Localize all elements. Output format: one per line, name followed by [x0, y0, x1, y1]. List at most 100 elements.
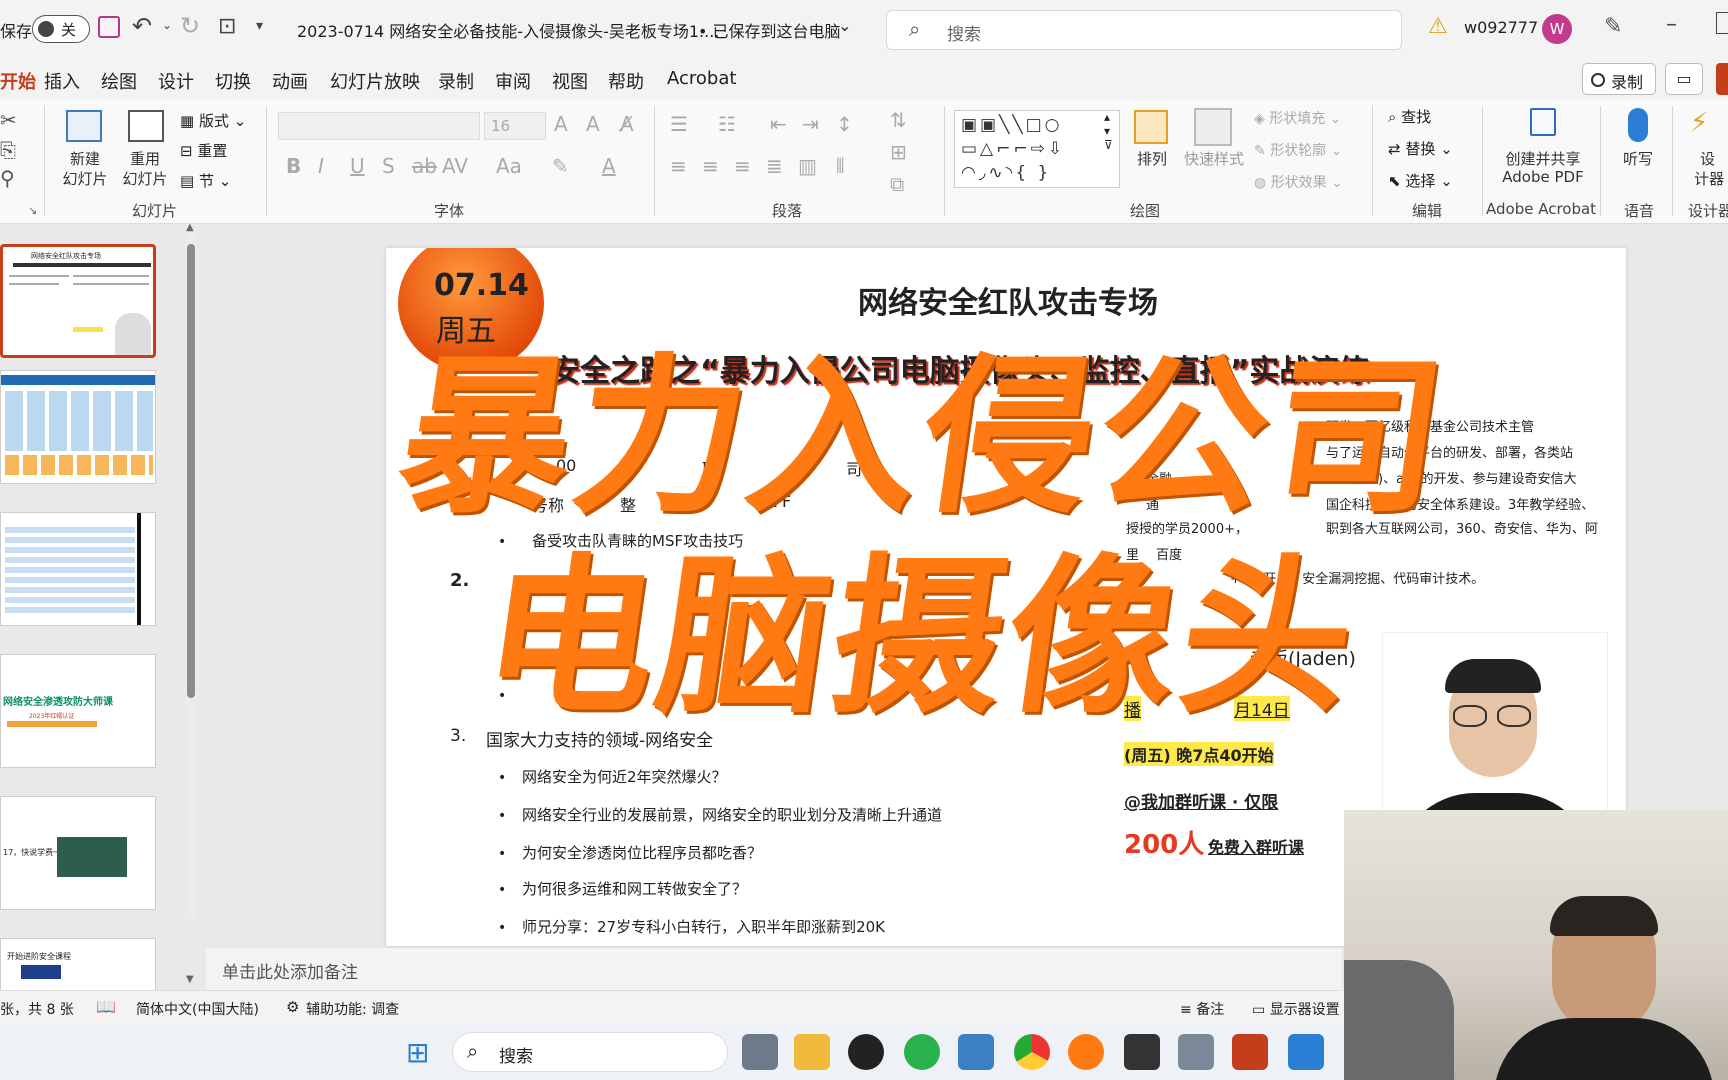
undo-dropdown-icon[interactable]: ⌄	[162, 18, 172, 32]
new-slide-label[interactable]: 幻灯片	[54, 168, 116, 189]
spellcheck-icon[interactable]: 📖	[96, 997, 116, 1016]
change-case-icon[interactable]: Aa	[496, 154, 522, 178]
font-name-input[interactable]	[278, 112, 480, 140]
typora-icon[interactable]	[1124, 1034, 1160, 1070]
quick-styles-icon[interactable]	[1194, 108, 1232, 146]
grow-font-icon[interactable]: A	[554, 112, 568, 136]
italic-icon[interactable]: I	[318, 154, 324, 178]
warning-icon[interactable]: ⚠	[1428, 14, 1448, 39]
char-spacing-icon[interactable]: AV	[442, 154, 468, 178]
windows-start-icon[interactable]: ⊞	[406, 1036, 429, 1069]
line-spacing-icon[interactable]: ↕	[836, 112, 853, 136]
display-settings-button[interactable]: ▭ 显示器设置	[1252, 999, 1340, 1019]
increase-indent-icon[interactable]: ⇥	[802, 112, 819, 136]
format-painter-icon[interactable]: ⚲	[0, 166, 15, 190]
shapes-gallery[interactable]: ▣▣╲╲□○ ▭△⌐⌐⇨⇩ ◠◞∿◝{ }	[954, 110, 1120, 188]
section-button[interactable]: ▤ 节 ⌄	[180, 170, 231, 191]
powerpoint-icon[interactable]	[1232, 1034, 1268, 1070]
firefox-icon[interactable]	[1068, 1034, 1104, 1070]
layout-button[interactable]: ▦ 版式 ⌄	[180, 110, 246, 131]
shape-outline-button[interactable]: ✎ 形状轮廓 ⌄	[1254, 140, 1342, 160]
slide-thumbnail-1[interactable]: 网络安全红队攻击专场	[0, 244, 156, 358]
font-size-input[interactable]: 16	[484, 112, 546, 140]
microphone-icon[interactable]	[1628, 108, 1648, 142]
decrease-indent-icon[interactable]: ⇤	[770, 112, 787, 136]
redo-icon[interactable]: ↻	[180, 12, 200, 40]
create-pdf-button[interactable]: 创建并共享	[1490, 148, 1596, 169]
tab-view[interactable]: 视图	[552, 68, 588, 94]
app-window-icon[interactable]	[1178, 1034, 1214, 1070]
highlight-icon[interactable]: ✎	[552, 154, 569, 178]
scroll-down-icon[interactable]: ▼	[186, 974, 194, 985]
search-box[interactable]: ⌕ 搜索	[886, 10, 1402, 50]
tab-animations[interactable]: 动画	[272, 68, 308, 94]
language-status[interactable]: 简体中文(中国大陆)	[136, 999, 259, 1019]
reuse-slides-button[interactable]: 重用	[118, 148, 172, 169]
scroll-up-icon[interactable]: ▲	[186, 222, 194, 233]
wechat-icon[interactable]	[904, 1034, 940, 1070]
file-explorer-icon[interactable]	[794, 1034, 830, 1070]
save-status[interactable]: • 已保存到这台电脑	[698, 18, 841, 42]
shrink-font-icon[interactable]: A	[586, 112, 600, 136]
new-slide-button[interactable]: 新建	[58, 148, 112, 169]
bold-icon[interactable]: B	[286, 154, 301, 178]
clear-format-icon[interactable]: A̸	[620, 112, 634, 136]
bullets-icon[interactable]: ☰	[670, 112, 688, 136]
tab-acrobat[interactable]: Acrobat	[667, 68, 736, 89]
slide-thumbnail-6[interactable]: 开始进阶安全课程	[0, 938, 156, 998]
shape-fill-button[interactable]: ◈ 形状填充 ⌄	[1254, 108, 1341, 128]
notes-pane[interactable]: 单击此处添加备注	[206, 948, 1342, 990]
undo-icon[interactable]: ↶	[132, 12, 152, 40]
justify-icon[interactable]: ≣	[766, 154, 783, 178]
pen-icon[interactable]: ✎	[1604, 14, 1622, 39]
cut-icon[interactable]: ✂	[0, 108, 17, 132]
slide-thumbnail-4[interactable]: 网络安全渗透攻防大师课 2023年红帽认证	[0, 654, 156, 768]
arrange-icon[interactable]	[1134, 110, 1168, 144]
tab-help[interactable]: 帮助	[608, 68, 644, 94]
underline-icon[interactable]: U	[350, 154, 365, 178]
align-text-icon[interactable]: ⊞	[890, 140, 907, 164]
numbering-icon[interactable]: ☷	[718, 112, 736, 136]
tab-record[interactable]: 录制	[438, 68, 474, 94]
record-button[interactable]: 录制	[1582, 63, 1656, 95]
copy-icon[interactable]: ⎘	[0, 138, 16, 162]
chevron-down-icon[interactable]: ⌄	[838, 16, 851, 35]
customize-qat-icon[interactable]: ▾	[256, 18, 263, 34]
designer-button[interactable]: 设	[1700, 148, 1715, 169]
align-right-icon[interactable]: ≡	[734, 154, 751, 178]
replace-button[interactable]: ⇄ 替换 ⌄	[1388, 138, 1453, 159]
tab-draw[interactable]: 绘图	[101, 68, 137, 94]
font-color-icon[interactable]: A	[602, 154, 616, 178]
tab-review[interactable]: 审阅	[495, 68, 531, 94]
present-icon[interactable]: ⊡	[218, 14, 236, 39]
pdf-icon[interactable]	[1530, 108, 1556, 136]
reuse-slides-icon[interactable]	[128, 110, 164, 142]
user-name[interactable]: w092777	[1464, 18, 1538, 37]
find-button[interactable]: ⌕ 查找	[1388, 106, 1431, 127]
align-left-icon[interactable]: ≡	[670, 154, 687, 178]
quick-styles-button[interactable]: 快速样式	[1178, 148, 1250, 169]
scrollbar-thumb[interactable]	[187, 244, 195, 698]
dingtalk-icon[interactable]	[1288, 1034, 1324, 1070]
tab-insert[interactable]: 插入	[44, 68, 80, 94]
distribute-icon[interactable]: ▥	[798, 154, 817, 178]
comment-icon[interactable]: ▭	[1665, 63, 1703, 95]
columns-icon[interactable]: ⫴	[836, 154, 844, 178]
dialog-launcher-icon[interactable]: ↘	[28, 204, 37, 217]
dictate-button[interactable]: 听写	[1614, 148, 1662, 169]
share-button[interactable]	[1716, 63, 1728, 95]
select-button[interactable]: ⬉ 选择 ⌄	[1388, 170, 1453, 191]
qq-icon[interactable]	[848, 1034, 884, 1070]
text-direction-icon[interactable]: ⇅	[890, 108, 907, 132]
gallery-scroll-icon[interactable]: ▴ ▾ ⊽	[1104, 110, 1113, 152]
slide-thumbnail-5[interactable]: 17，快说学费一	[0, 796, 156, 910]
tab-transitions[interactable]: 切换	[215, 68, 251, 94]
autosave-toggle[interactable]: 关	[32, 15, 90, 43]
arrange-button[interactable]: 排列	[1130, 148, 1174, 169]
strikethrough-icon[interactable]: ab	[412, 154, 437, 178]
chrome-icon[interactable]	[1014, 1034, 1050, 1070]
slide-thumbnail-2[interactable]	[0, 370, 156, 484]
vs-icon[interactable]	[958, 1034, 994, 1070]
accessibility-icon[interactable]: ⚙	[286, 998, 299, 1016]
thumbnail-scrollbar[interactable]	[186, 230, 196, 918]
